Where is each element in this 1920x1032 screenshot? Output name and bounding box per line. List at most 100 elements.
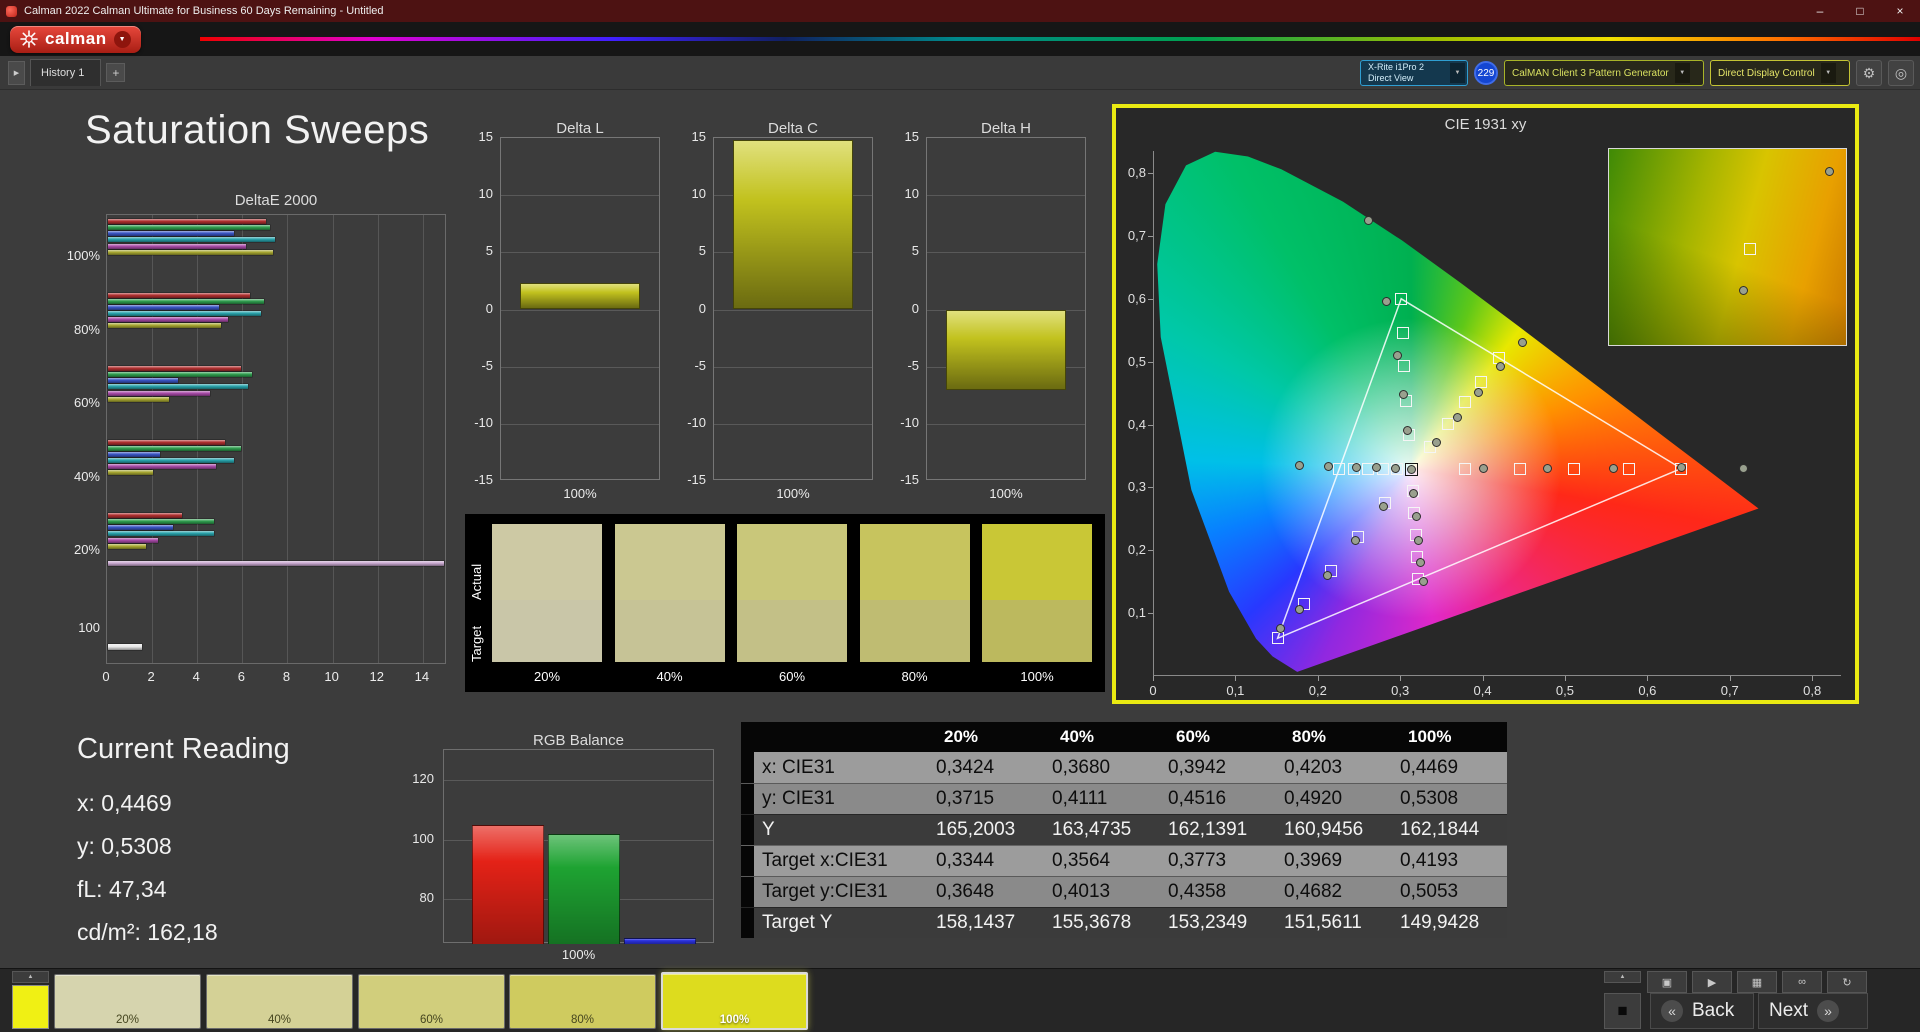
deltae-y-label: 20%: [73, 542, 100, 557]
rgb-chart: RGB Balance 100% 120 100 80: [370, 725, 740, 965]
deltae-x-tick-label: 6: [237, 669, 245, 684]
maximize-button[interactable]: □: [1840, 0, 1880, 22]
panel-up-left-button[interactable]: ▲: [12, 971, 49, 983]
deltae-bar: [108, 304, 219, 310]
cie-chart-title: CIE 1931 xy: [1444, 116, 1527, 133]
loop-mode-button[interactable]: ↻: [1827, 971, 1867, 993]
table-row: Target x:CIE31 0,3344 0,3564 0,3773 0,3969 0,…: [741, 845, 1507, 876]
table-cell: 0,4193: [1400, 850, 1459, 871]
deltae-gridline: [377, 215, 379, 663]
current-reading-title: Current Reading: [77, 733, 290, 765]
deltae-bar: [108, 537, 158, 543]
rgb-plot: [443, 749, 714, 944]
target-patch: [982, 600, 1092, 662]
cie-target-square: [1458, 395, 1471, 408]
cie-x-tick-label: 0,5: [1555, 683, 1574, 698]
cie-tick: [1148, 487, 1153, 489]
bottombar: ▲ ▲ ▣ ▶ ▦ ∞ ↻ ■ « Back Next » 20% 40% 60% 80% 10…: [0, 968, 1920, 1032]
meter-connection-button[interactable]: X-Rite i1Pro 2 Direct View ▼: [1360, 60, 1468, 86]
cie-measurement-dot: [1411, 512, 1421, 522]
stop-button[interactable]: ■: [1604, 993, 1641, 1029]
deltae-bar: [108, 519, 215, 525]
tab-scroll-button[interactable]: ▶: [8, 60, 25, 85]
pattern-swatch-80%[interactable]: 80%: [509, 974, 656, 1029]
delta-gridline: [927, 252, 1085, 254]
cie-x-tick-label: 0,1: [1226, 683, 1245, 698]
pattern-window-button[interactable]: ▣: [1647, 971, 1687, 993]
patch-label: 40%: [656, 669, 683, 684]
delta-y-tick-label: 15: [691, 129, 706, 144]
delta-y-tick-label: -10: [900, 414, 919, 430]
cie-target-square: [1441, 417, 1454, 430]
close-button[interactable]: ×: [1880, 0, 1920, 22]
table-cell: 0,4111: [1052, 788, 1108, 809]
chevron-left-icon: «: [1661, 1000, 1683, 1022]
target-settings-button[interactable]: ◎: [1888, 60, 1914, 86]
table-cell: 160,9456: [1284, 819, 1364, 840]
cie-tick: [1564, 676, 1566, 681]
back-button[interactable]: « Back: [1650, 993, 1754, 1029]
deltae-bar: [108, 323, 221, 329]
transport-buttons: ▣ ▶ ▦ ∞ ↻: [1647, 971, 1867, 993]
chevron-down-icon[interactable]: ▼: [113, 30, 131, 48]
minimize-button[interactable]: –: [1800, 0, 1840, 22]
pattern-swatch-60%[interactable]: 60%: [358, 974, 505, 1029]
delta-l-plot: [500, 137, 660, 480]
deltae-bar: [108, 464, 217, 470]
actual-patch: [859, 524, 970, 600]
next-button[interactable]: Next »: [1758, 993, 1868, 1029]
table-cell: 151,5611: [1284, 912, 1362, 933]
play-patterns-button[interactable]: ▶: [1692, 971, 1732, 993]
deltae-gridline: [332, 215, 334, 663]
chevron-down-icon[interactable]: ▼: [1674, 63, 1690, 83]
cie-target-square: [1271, 632, 1284, 645]
cie-measurement-dot: [1399, 389, 1409, 399]
cie-measurement-dot: [1392, 350, 1402, 360]
deltae-bar: [108, 292, 251, 298]
patch-label: 80%: [901, 669, 928, 684]
deltae-chart-title: DeltaE 2000: [234, 192, 318, 209]
deltae-bar: [108, 543, 147, 549]
cie-tick: [1148, 361, 1153, 363]
delta-y-tick-label: -10: [687, 414, 706, 430]
results-table-body: x: CIE31 0,3424 0,3680 0,3942 0,4203 0,4469 y:…: [741, 752, 1507, 938]
deltae-bar: [108, 317, 228, 323]
deltae-bar: [108, 378, 178, 384]
deltae-x-tick-label: 14: [414, 669, 430, 684]
grid-pattern-button[interactable]: ▦: [1737, 971, 1777, 993]
chevron-down-icon[interactable]: ▼: [1450, 63, 1465, 83]
panel-up-right-button[interactable]: ▲: [1604, 971, 1641, 983]
delta-y-tick-label: -5: [481, 357, 493, 373]
table-cell: 0,4013: [1052, 881, 1111, 902]
rgb-y-tick-label: 80: [419, 890, 434, 906]
delta-gridline: [501, 423, 659, 425]
source-connection-button[interactable]: CalMAN Client 3 Pattern Generator ▼: [1504, 60, 1704, 86]
pattern-swatch-20%[interactable]: 20%: [54, 974, 201, 1029]
deltae-x-tick-label: 8: [282, 669, 291, 684]
delta-gridline: [714, 366, 872, 368]
current-pattern-color[interactable]: [12, 985, 49, 1029]
deltae-bar: [108, 390, 210, 396]
pattern-swatch-40%[interactable]: 40%: [206, 974, 353, 1029]
current-reading-panel: Current Reading x: 0,4469 y: 0,5308 fL: …: [77, 733, 290, 954]
deltae-bar: [108, 451, 160, 457]
add-tab-button[interactable]: +: [106, 63, 126, 82]
cie-measurement-dot: [1322, 570, 1332, 580]
deltae-x-tick-label: 12: [369, 669, 384, 684]
results-col-header: 20%: [944, 727, 979, 746]
pattern-swatch-100%[interactable]: 100%: [661, 972, 808, 1030]
calman-menu-button[interactable]: calman ▼: [10, 25, 141, 53]
display-connection-button[interactable]: Direct Display Control ▼: [1710, 60, 1850, 86]
continuous-mode-button[interactable]: ∞: [1782, 971, 1822, 993]
actual-patch: [614, 524, 725, 600]
cie-target-square: [1397, 360, 1410, 373]
settings-gear-button[interactable]: ⚙: [1856, 60, 1882, 86]
chevron-down-icon[interactable]: ▼: [1820, 63, 1836, 83]
cie-tick: [1729, 676, 1731, 681]
deltae-x-tick-label: 10: [324, 669, 339, 684]
deltae-y-label: 60%: [73, 395, 100, 410]
target-patch: [614, 600, 725, 662]
tab-history-1[interactable]: History 1: [30, 59, 102, 86]
table-cell: 0,3942: [1168, 756, 1227, 778]
deltae-bar: [108, 225, 271, 231]
